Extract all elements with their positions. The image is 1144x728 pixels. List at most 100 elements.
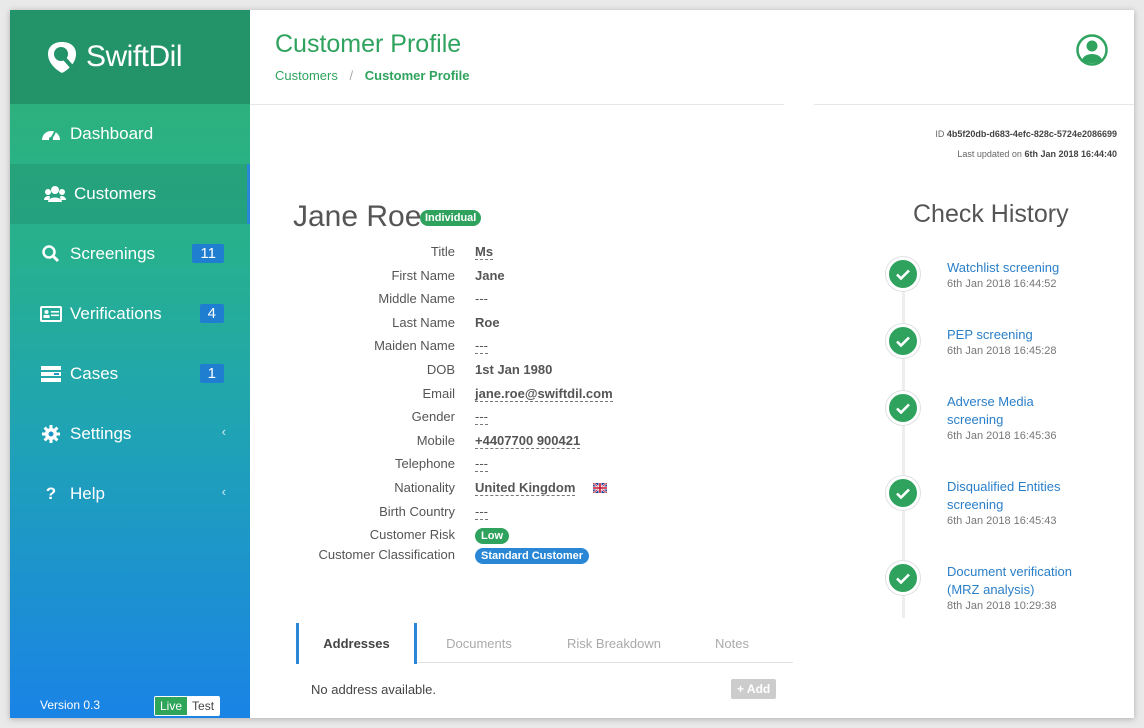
question-icon: ? [45,484,57,503]
sidebar-item-screenings[interactable]: Screenings 11 [10,224,250,284]
sidebar-item-verifications[interactable]: Verifications 4 [10,284,250,344]
field-last-name: Last Name Roe [250,313,770,337]
customer-meta: ID 4b5f20db-d683-4efc-828c-5724e2086699 … [935,128,1117,160]
tab-documents[interactable]: Documents [417,623,541,663]
page-title: Customer Profile [275,30,462,58]
field-customer-risk: Customer Risk Low [250,525,770,549]
field-label: First Name [391,267,455,283]
sidebar-item-cases[interactable]: Cases 1 [10,344,250,404]
field-value-editable[interactable]: +4407700 900421 [475,433,581,449]
customer-name: Jane Roe [293,200,422,233]
header-divider [250,104,784,105]
breadcrumb-customers-link[interactable]: Customers [275,68,338,83]
sidebar-item-label: Verifications [70,304,162,323]
check-success-icon [886,476,920,510]
app-window: SwiftDil Dashboard Customers Screenings … [10,10,1134,718]
check-link[interactable]: Watchlist screening [947,259,1097,277]
field-value-editable[interactable]: --- [475,338,488,355]
field-title: Title Ms [250,242,770,266]
tab-risk-breakdown[interactable]: Risk Breakdown [541,623,687,663]
sidebar-item-settings[interactable]: Settings ‹ [10,404,250,464]
breadcrumb-separator: / [349,68,354,83]
field-email: Email jane.roe@swiftdil.com [250,384,770,408]
check-success-icon [886,391,920,425]
profile-fields: Title Ms First Name Jane Middle Name ---… [250,242,770,569]
field-label: Middle Name [378,291,455,307]
gear-icon [40,424,62,444]
field-nationality: Nationality United Kingdom [250,478,770,502]
sidebar-item-label: Customers [74,184,157,203]
nationality-value: United Kingdom [475,479,576,495]
screenings-count-badge: 11 [192,244,224,263]
field-value-editable[interactable]: --- [475,409,488,426]
sidebar-item-label: Dashboard [70,124,154,143]
users-icon [44,184,66,204]
app-version: Version 0.3 [40,698,101,712]
field-value-editable[interactable]: United Kingdom [475,479,576,496]
add-address-button[interactable]: + Add [731,679,777,699]
sidebar-item-dashboard[interactable]: Dashboard [10,104,250,164]
field-value-editable[interactable]: --- [475,504,488,520]
field-label: Mobile [416,432,455,448]
last-updated: Last updated on 6th Jan 2018 16:44:40 [935,148,1117,160]
dashboard-icon [40,124,62,144]
env-live-option[interactable]: Live [155,697,188,715]
chevron-left-icon: ‹ [221,424,226,439]
check-history-title: Check History [913,200,1069,228]
field-label: Customer Risk [369,527,455,543]
check-link[interactable]: Document verification (MRZ analysis) [947,563,1092,599]
sidebar-item-label: Cases [70,364,119,383]
field-maiden-name: Maiden Name --- [250,336,770,360]
field-label: Email [422,385,455,401]
field-value: Roe [475,314,500,330]
last-updated-value: 6th Jan 2018 16:44:40 [1024,149,1117,159]
tab-notes[interactable]: Notes [687,623,777,663]
no-address-message: No address available. [311,682,437,697]
field-label: Maiden Name [374,338,455,354]
field-label: Nationality [394,479,455,495]
check-link[interactable]: PEP screening [947,326,1097,344]
profile-tabs: Addresses Documents Risk Breakdown Notes [296,623,793,664]
field-gender: Gender --- [250,407,770,431]
add-button-label: Add [746,682,771,696]
field-label: Telephone [395,456,455,472]
last-updated-label: Last updated on [957,149,1022,159]
breadcrumb: Customers / Customer Profile [275,68,469,83]
field-value-editable[interactable]: Ms [475,244,494,260]
tab-addresses[interactable]: Addresses [296,623,417,664]
risk-badge[interactable]: Low [475,528,509,545]
customer-id-value: 4b5f20db-d683-4efc-828c-5724e2086699 [946,129,1117,139]
field-label: Last Name [392,314,455,330]
page-header: Customer Profile Customers / Customer Pr… [250,10,1134,105]
check-date: 6th Jan 2018 16:45:43 [947,515,1057,527]
logo[interactable]: SwiftDil [10,10,250,104]
user-avatar-icon[interactable] [1076,34,1108,66]
sidebar: SwiftDil Dashboard Customers Screenings … [10,10,250,718]
swiftdil-logo-icon [48,42,76,73]
check-date: 8th Jan 2018 10:29:38 [947,600,1057,612]
field-first-name: First Name Jane [250,266,770,290]
field-value: Jane [475,267,505,283]
customer-type-badge: Individual [420,210,482,226]
field-label: Birth Country [379,503,455,519]
field-label: Gender [411,409,455,425]
sidebar-item-label: Settings [70,424,132,443]
field-value-editable[interactable]: --- [475,456,488,473]
cases-count-badge: 1 [199,364,224,383]
sidebar-item-label: Screenings [70,244,156,263]
id-card-icon [40,304,62,324]
customer-id: ID 4b5f20db-d683-4efc-828c-5724e2086699 [935,128,1117,140]
field-dob: DOB 1st Jan 1980 [250,360,770,384]
environment-toggle[interactable]: Live Test [154,696,221,716]
sidebar-item-help[interactable]: ? Help ‹ [10,464,250,524]
env-test-option[interactable]: Test [187,697,220,715]
check-link[interactable]: Adverse Media screening [947,393,1057,429]
field-label: Title [430,244,455,259]
check-success-icon [886,324,920,358]
classification-badge[interactable]: Standard Customer [475,547,590,564]
sidebar-item-customers[interactable]: Customers [10,164,250,224]
field-telephone: Telephone --- [250,454,770,478]
header-divider [814,104,1134,105]
field-value-editable[interactable]: jane.roe@swiftdil.com [475,386,613,402]
check-link[interactable]: Disqualified Entities screening [947,478,1077,514]
